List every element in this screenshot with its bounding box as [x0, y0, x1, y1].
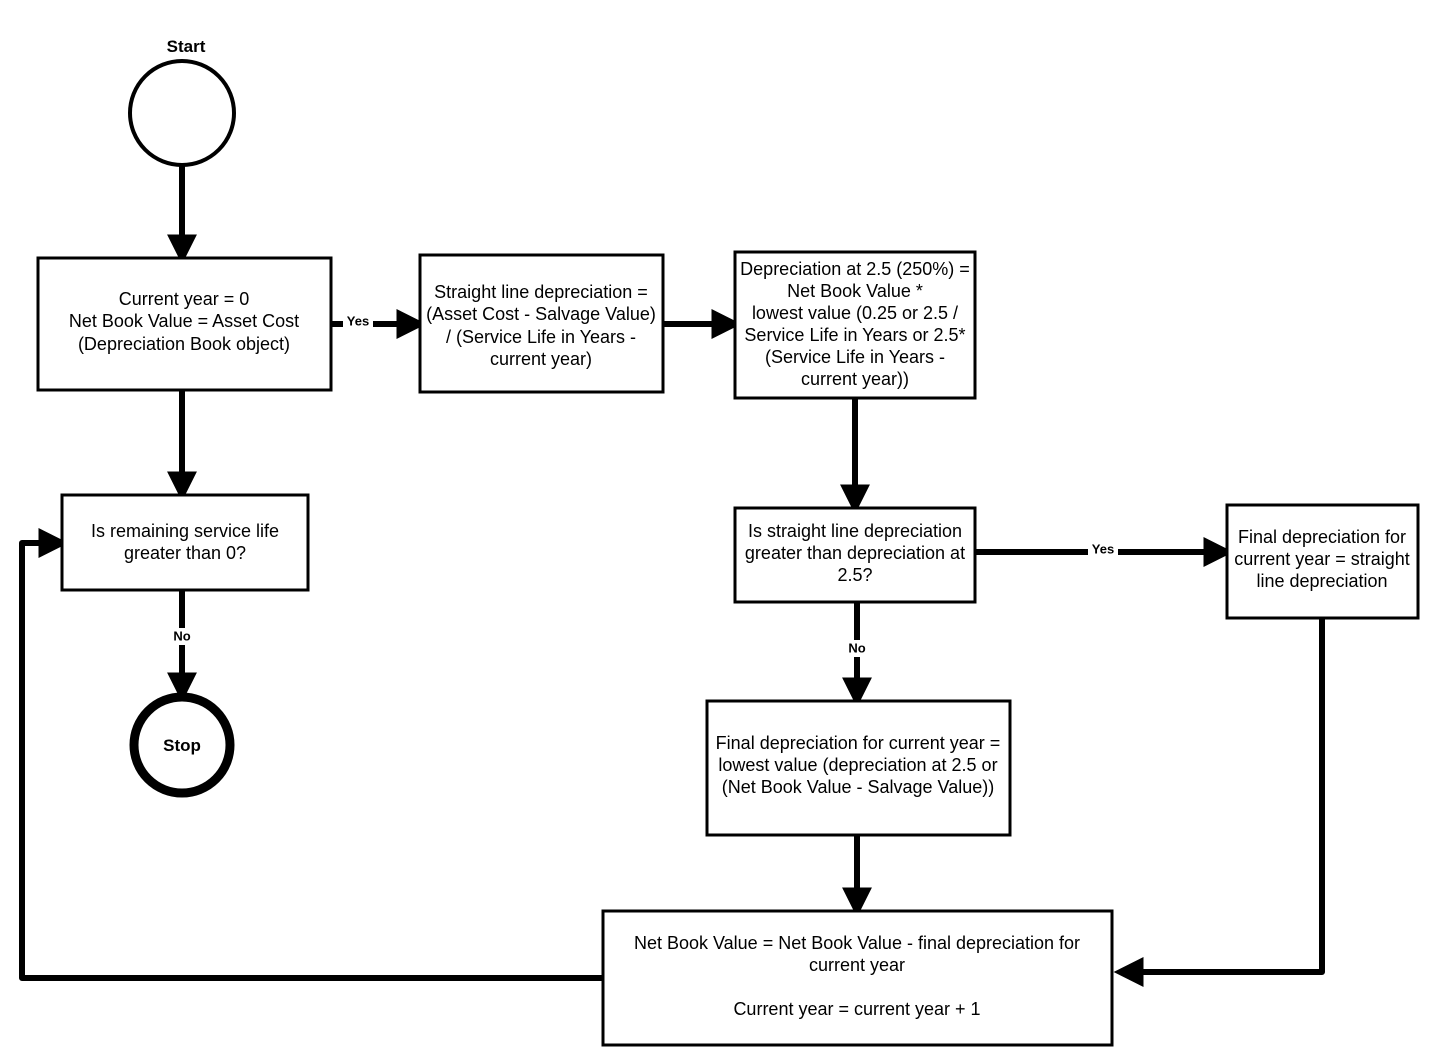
- init-line-3: (Depreciation Book object): [78, 334, 290, 354]
- straight-line-line-1: Straight line depreciation =: [434, 282, 648, 302]
- edge-label-no-compare: No: [848, 640, 865, 655]
- remaining-life-check-line-2: greater than 0?: [124, 543, 246, 563]
- node-start[interactable]: Start: [128, 37, 236, 167]
- final-lowest-value-line-3: (Net Book Value - Salvage Value)): [722, 777, 994, 797]
- edge-compare-check-to-final-straight-line: Yes: [975, 537, 1234, 567]
- final-straight-line-line-2: current year = straight: [1234, 549, 1410, 569]
- update-values-line-2: current year: [809, 955, 905, 975]
- final-straight-line-line-3: line depreciation: [1256, 571, 1387, 591]
- edge-compare-check-to-final-lowest-value: No: [842, 602, 872, 708]
- edge-final-straight-line-to-update-values: [1113, 618, 1325, 987]
- node-straight-line[interactable]: Straight line depreciation = (Asset Cost…: [418, 253, 665, 394]
- final-lowest-value-line-1: Final depreciation for current year =: [716, 733, 1001, 753]
- edge-label-yes-compare: Yes: [1092, 541, 1114, 556]
- update-values-line-4: Current year = current year + 1: [733, 999, 980, 1019]
- node-depreciation-250[interactable]: Depreciation at 2.5 (250%) = Net Book Va…: [733, 250, 977, 400]
- straight-line-line-2: (Asset Cost - Salvage Value): [426, 304, 656, 324]
- compare-check-line-2: greater than depreciation at: [745, 543, 965, 563]
- edge-init-to-straight-line: Yes: [331, 309, 427, 339]
- flowchart-canvas: Yes No Yes No Start Current year = 0 Net…: [0, 0, 1437, 1064]
- init-line-2: Net Book Value = Asset Cost: [69, 311, 299, 331]
- update-values-box: [601, 909, 1114, 1047]
- straight-line-line-4: current year): [490, 349, 592, 369]
- final-lowest-value-line-2: lowest value (depreciation at 2.5 or: [718, 755, 997, 775]
- depreciation-250-line-2: Net Book Value *: [787, 281, 923, 301]
- compare-check-line-3: 2.5?: [837, 565, 872, 585]
- compare-check-line-1: Is straight line depreciation: [748, 521, 962, 541]
- node-remaining-life-check[interactable]: Is remaining service life greater than 0…: [60, 493, 310, 592]
- depreciation-250-line-5: (Service Life in Years -: [765, 347, 945, 367]
- update-values-line-1: Net Book Value = Net Book Value - final …: [634, 933, 1080, 953]
- node-init[interactable]: Current year = 0 Net Book Value = Asset …: [36, 256, 333, 392]
- node-final-lowest-value[interactable]: Final depreciation for current year = lo…: [705, 699, 1012, 837]
- depreciation-250-line-6: current year)): [801, 369, 909, 389]
- start-circle: [128, 59, 236, 167]
- init-line-1: Current year = 0: [119, 289, 250, 309]
- node-final-straight-line[interactable]: Final depreciation for current year = st…: [1225, 503, 1420, 620]
- depreciation-250-line-4: Service Life in Years or 2.5*: [744, 325, 965, 345]
- node-compare-check[interactable]: Is straight line depreciation greater th…: [733, 506, 977, 604]
- edge-label-yes-init: Yes: [347, 313, 369, 328]
- stop-label: Stop: [163, 736, 201, 755]
- node-stop[interactable]: Stop: [129, 692, 235, 798]
- edge-remaining-life-check-to-stop: No: [167, 590, 197, 703]
- depreciation-250-line-3: lowest value (0.25 or 2.5 /: [752, 303, 958, 323]
- remaining-life-check-line-1: Is remaining service life: [91, 521, 279, 541]
- straight-line-line-3: / (Service Life in Years -: [446, 327, 636, 347]
- depreciation-250-line-1: Depreciation at 2.5 (250%) =: [740, 259, 970, 279]
- final-straight-line-line-1: Final depreciation for: [1238, 527, 1406, 547]
- start-label: Start: [167, 37, 206, 56]
- edge-update-values-to-remaining-life-check: [19, 528, 603, 981]
- edge-label-no-remaining-life: No: [173, 628, 190, 643]
- node-update-values[interactable]: Net Book Value = Net Book Value - final …: [601, 909, 1114, 1047]
